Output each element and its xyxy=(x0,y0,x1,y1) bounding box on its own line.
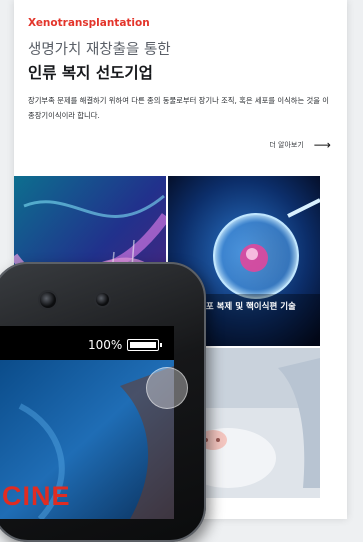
cell-tile-caption: 세포 복제 및 핵이식편 기술 xyxy=(198,302,296,312)
front-camera-icon xyxy=(38,290,58,310)
section-subtitle: 생명가치 재창출을 통한 xyxy=(28,42,171,58)
section-eyebrow: Xenotransplantation xyxy=(28,17,150,29)
section-title: 인류 복지 선도기업 xyxy=(28,64,153,82)
battery-percentage: 100% xyxy=(88,338,123,352)
learn-more-label: 더 알아보기 xyxy=(269,141,304,149)
section-description: 장기부족 문제를 해결하기 위하여 다른 종의 동물로부터 장기나 조직, 혹은… xyxy=(28,96,329,120)
phone-status-bar: 100% xyxy=(88,338,163,352)
battery-icon xyxy=(127,339,163,351)
touch-indicator-circle[interactable] xyxy=(146,367,188,409)
learn-more-link[interactable]: 더 알아보기 ⟶ xyxy=(269,139,331,151)
arrow-right-icon: ⟶ xyxy=(313,138,331,152)
screen-heading-text: CINE xyxy=(2,481,71,511)
sensor-icon xyxy=(94,291,111,308)
